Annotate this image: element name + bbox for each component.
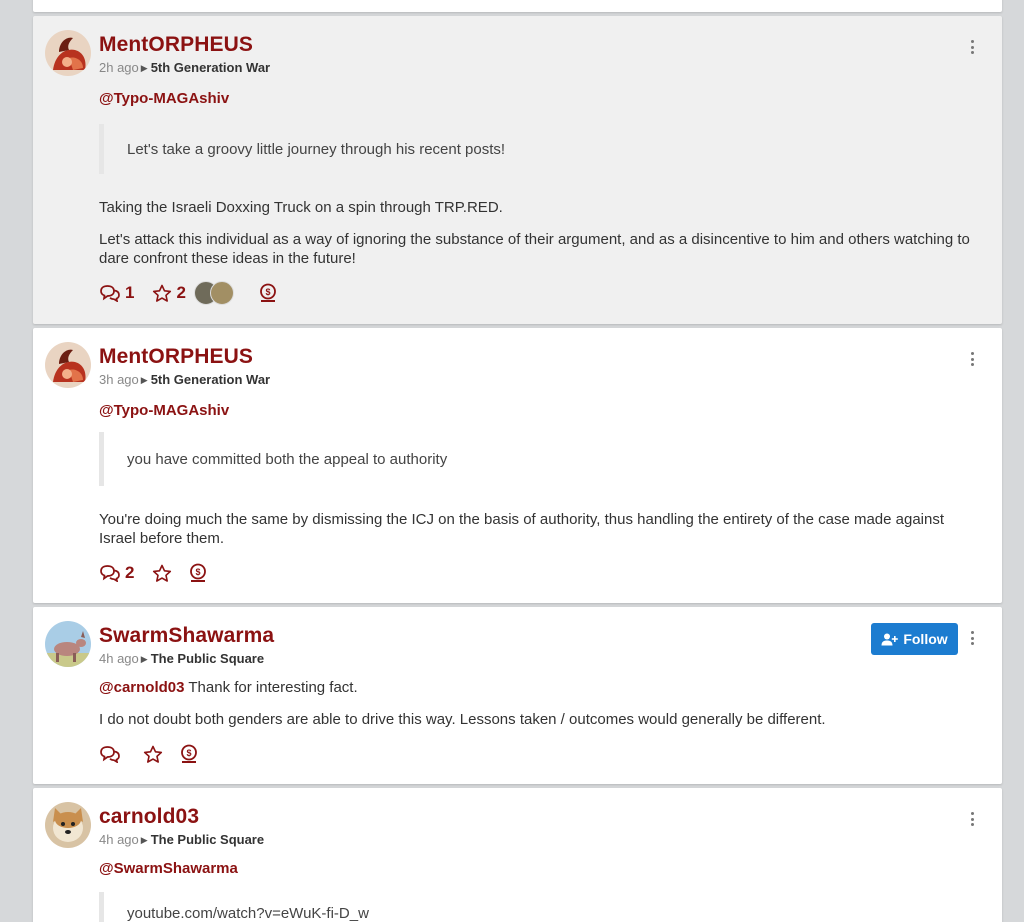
star-outline-icon — [153, 564, 172, 582]
username[interactable]: MentORPHEUS — [99, 33, 253, 57]
star-outline-icon — [153, 284, 172, 302]
community-link[interactable]: 5th Generation War — [151, 372, 270, 387]
mention-link[interactable]: @SwarmShawarma — [99, 860, 238, 877]
star-button[interactable] — [152, 564, 172, 583]
quote-block: you have committed both the appeal to au… — [99, 432, 447, 486]
avatar — [209, 281, 234, 305]
post-meta: 4h ago ▶ The Public Square — [99, 651, 264, 666]
coin-tip-icon: $ — [260, 283, 276, 302]
mention-link[interactable]: @Typo-MAGAshiv — [99, 402, 229, 419]
post-card: MentORPHEUS 3h ago ▶ 5th Generation War @T… — [33, 328, 1002, 603]
post-paragraph: Let's attack this individual as a way of… — [99, 231, 970, 267]
star-button[interactable]: 2 — [152, 283, 186, 303]
svg-text:$: $ — [186, 748, 191, 758]
caret-right-icon: ▶ — [140, 375, 148, 385]
post-paragraph: I do not doubt both genders are able to … — [99, 711, 826, 728]
post-meta: 3h ago ▶ 5th Generation War — [99, 372, 270, 387]
comment-count: 1 — [125, 283, 135, 302]
community-link[interactable]: The Public Square — [151, 651, 264, 666]
comment-bubbles-icon — [100, 746, 120, 763]
star-count: 2 — [176, 283, 186, 302]
username[interactable]: carnold03 — [99, 805, 199, 829]
community-link[interactable]: The Public Square — [151, 832, 264, 847]
post-card: SwarmShawarma 4h ago ▶ The Public Square F… — [33, 607, 1002, 784]
more-options-icon[interactable] — [971, 352, 975, 366]
mention-link[interactable]: @Typo-MAGAshiv — [99, 90, 229, 107]
avatar-image — [45, 342, 91, 388]
caret-right-icon: ▶ — [140, 63, 148, 73]
post-card: MentORPHEUS 2h ago ▶ 5th Generation War @T… — [33, 16, 1002, 324]
post-text: Thank for interesting fact. — [184, 679, 358, 696]
avatar[interactable] — [45, 621, 91, 667]
quote-block: Let's take a groovy little journey throu… — [99, 124, 505, 174]
timestamp: 4h ago — [99, 651, 139, 666]
follow-label: Follow — [903, 631, 948, 647]
previous-post-card — [33, 0, 1002, 12]
post-actions: 2 $ — [99, 561, 208, 585]
post-actions: $ — [99, 742, 199, 766]
post-card: carnold03 4h ago ▶ The Public Square @Swar… — [33, 788, 1002, 922]
comment-button[interactable]: 2 — [99, 563, 134, 583]
community-link[interactable]: 5th Generation War — [151, 60, 270, 75]
username[interactable]: MentORPHEUS — [99, 345, 253, 369]
quote-text: Let's take a groovy little journey throu… — [127, 140, 506, 158]
star-button[interactable] — [143, 745, 163, 764]
caret-right-icon: ▶ — [140, 654, 148, 664]
timestamp: 2h ago — [99, 60, 139, 75]
avatar-image — [45, 802, 91, 848]
follow-button[interactable]: Follow — [871, 623, 958, 655]
post-meta: 2h ago ▶ 5th Generation War — [99, 60, 270, 75]
avatar[interactable] — [45, 30, 91, 76]
svg-text:$: $ — [265, 287, 270, 297]
avatar-image — [45, 30, 91, 76]
quote-text: you have committed both the appeal to au… — [127, 450, 448, 468]
tip-button[interactable]: $ — [188, 563, 208, 583]
quote-block: youtube.com/watch?v=eWuK-fi-D_w — [99, 892, 369, 922]
quote-text[interactable]: youtube.com/watch?v=eWuK-fi-D_w — [127, 905, 369, 922]
comment-bubbles-icon — [100, 285, 120, 302]
avatar-image — [45, 621, 91, 667]
timestamp: 3h ago — [99, 372, 139, 387]
timestamp: 4h ago — [99, 832, 139, 847]
more-options-icon[interactable] — [971, 812, 975, 826]
comment-button[interactable]: 1 — [99, 283, 134, 303]
post-actions: 1 2 $ — [99, 281, 278, 305]
coin-tip-icon: $ — [190, 563, 207, 582]
comment-count: 2 — [125, 563, 135, 582]
stargazer-avatars[interactable] — [193, 281, 234, 305]
mention-link[interactable]: @carnold03 — [99, 679, 185, 696]
more-options-icon[interactable] — [971, 40, 975, 54]
caret-right-icon: ▶ — [140, 835, 148, 845]
comment-bubbles-icon — [100, 565, 120, 582]
star-outline-icon — [143, 745, 163, 763]
user-plus-icon — [881, 633, 899, 645]
comment-button[interactable] — [99, 745, 121, 763]
username[interactable]: SwarmShawarma — [99, 624, 274, 648]
tip-button[interactable]: $ — [258, 283, 278, 303]
post-paragraph: Taking the Israeli Doxxing Truck on a sp… — [99, 199, 503, 216]
coin-tip-icon: $ — [181, 744, 197, 763]
post-paragraph: You're doing much the same by dismissing… — [99, 511, 945, 547]
avatar[interactable] — [45, 342, 91, 388]
svg-text:$: $ — [196, 567, 201, 577]
avatar[interactable] — [45, 802, 91, 848]
more-options-icon[interactable] — [971, 631, 975, 645]
post-meta: 4h ago ▶ The Public Square — [99, 832, 264, 847]
tip-button[interactable]: $ — [179, 744, 199, 764]
